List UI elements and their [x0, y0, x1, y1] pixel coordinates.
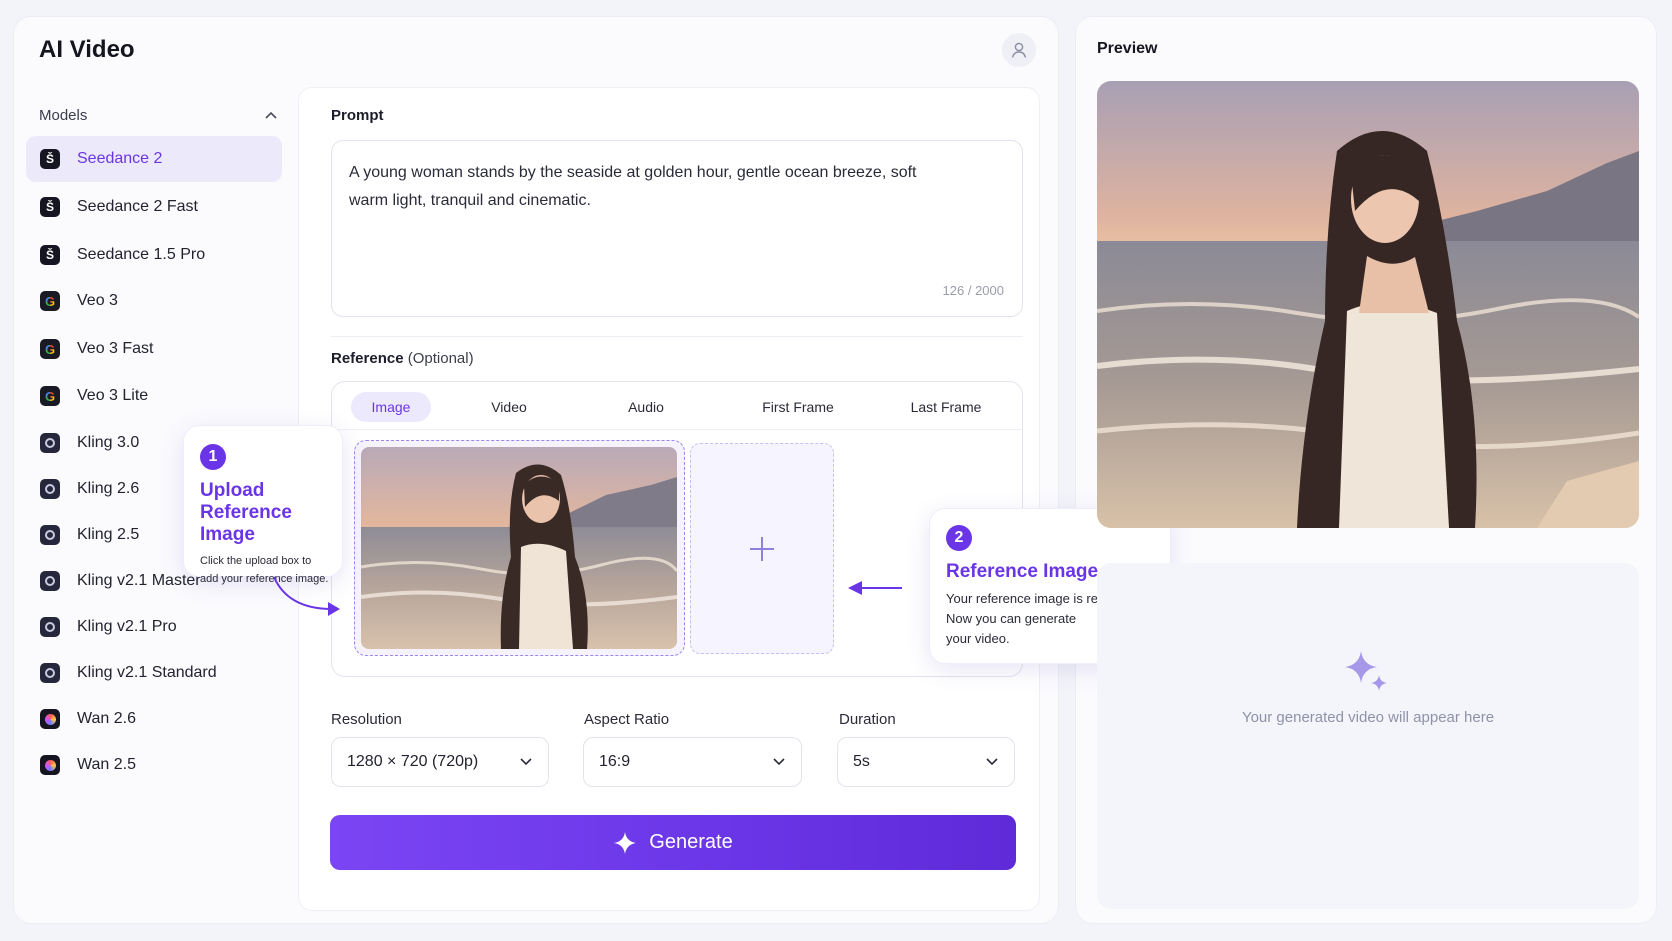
- char-count: 126 / 2000: [942, 283, 1004, 298]
- chevron-down-icon: [773, 758, 785, 766]
- kling-icon: [40, 525, 60, 545]
- models-section-label: Models: [39, 106, 88, 124]
- reference-image-thumbnail[interactable]: [354, 440, 685, 656]
- aspect-ratio-label: Aspect Ratio: [584, 711, 670, 728]
- resolution-select[interactable]: 1280 × 720 (720p): [331, 737, 549, 787]
- arrow-left-icon: [848, 581, 902, 595]
- sidebar-item-wan-2-5[interactable]: Wan 2.5: [26, 742, 282, 788]
- tab-image[interactable]: Image: [351, 392, 431, 422]
- sidebar-item-kling-v2-1-standard[interactable]: Kling v2.1 Standard: [26, 650, 282, 696]
- sidebar-item-label: Kling 2.5: [77, 526, 140, 543]
- sidebar-item-label: Kling v2.1 Standard: [77, 664, 217, 681]
- chevron-up-icon: [265, 111, 277, 119]
- sparkle-icon: [614, 831, 637, 854]
- sidebar-item-label: Veo 3 Lite: [77, 387, 149, 404]
- seedance-icon: Š: [40, 149, 60, 169]
- divider: [331, 336, 1023, 337]
- plus-icon: [750, 536, 774, 561]
- tab-video[interactable]: Video: [475, 392, 543, 422]
- seedance-icon: Š: [40, 245, 60, 265]
- generate-label: Generate: [649, 831, 733, 853]
- preview-title: Preview: [1097, 40, 1158, 57]
- sidebar-item-veo-3[interactable]: G Veo 3: [26, 278, 282, 324]
- kling-icon: [40, 433, 60, 453]
- app-title: AI Video: [39, 36, 135, 63]
- sidebar-item-veo-3-lite[interactable]: G Veo 3 Lite: [26, 373, 282, 419]
- sidebar-item-label: Seedance 1.5 Pro: [77, 246, 206, 263]
- sidebar-item-label: Kling v2.1 Pro: [77, 618, 177, 635]
- prompt-textarea[interactable]: A young woman stands by the seaside at g…: [331, 140, 1023, 317]
- aspect-ratio-select[interactable]: 16:9: [583, 737, 802, 787]
- reference-photo: [361, 447, 677, 649]
- upload-callout: 1 Upload Reference Image Click the uploa…: [183, 425, 343, 585]
- google-icon: G: [40, 386, 60, 406]
- resolution-label: Resolution: [331, 711, 402, 728]
- duration-select[interactable]: 5s: [837, 737, 1015, 787]
- aspect-ratio-value: 16:9: [599, 753, 631, 770]
- placeholder-text: Your generated video will appear here: [1241, 709, 1495, 726]
- step-2-badge: 2: [946, 525, 972, 551]
- models-section-toggle[interactable]: Models: [39, 104, 277, 126]
- tab-audio[interactable]: Audio: [612, 392, 680, 422]
- sidebar-item-label: Veo 3 Fast: [77, 340, 154, 357]
- preview-photo: [1097, 81, 1639, 528]
- wan-icon: [40, 709, 60, 729]
- reference-label: Reference (Optional): [331, 350, 474, 367]
- kling-icon: [40, 571, 60, 591]
- reference-tabs: Image Video Audio First Frame Last Frame: [332, 382, 1022, 430]
- sparkle-icon: [1345, 651, 1387, 691]
- duration-value: 5s: [853, 753, 870, 770]
- sidebar-item-label: Seedance 2 Fast: [77, 198, 198, 215]
- chevron-down-icon: [520, 758, 532, 766]
- upload-callout-title-2: Reference Image: [200, 502, 292, 545]
- sidebar-item-seedance-2[interactable]: Š Seedance 2: [26, 136, 282, 182]
- sidebar-item-label: Kling 2.6: [77, 480, 140, 497]
- step-1-badge: 1: [200, 444, 226, 470]
- google-icon: G: [40, 339, 60, 359]
- wan-icon: [40, 755, 60, 775]
- sidebar-item-kling-v2-1-pro[interactable]: Kling v2.1 Pro: [26, 604, 282, 650]
- user-icon: [1011, 42, 1027, 58]
- sidebar-item-wan-2-6[interactable]: Wan 2.6: [26, 696, 282, 742]
- sidebar-item-label: Wan 2.6: [77, 710, 136, 727]
- prompt-text: A young woman stands by the seaside at g…: [349, 164, 917, 209]
- video-placeholder: Your generated video will appear here: [1097, 563, 1639, 909]
- sidebar-item-veo-3-fast[interactable]: G Veo 3 Fast: [26, 326, 282, 372]
- chevron-down-icon: [986, 758, 998, 766]
- user-avatar-button[interactable]: [1002, 33, 1036, 67]
- curved-arrow-icon: [273, 576, 340, 616]
- kling-icon: [40, 663, 60, 683]
- reference-title: Reference: [331, 350, 404, 367]
- generate-button[interactable]: Generate: [330, 815, 1016, 870]
- resolution-value: 1280 × 720 (720p): [347, 753, 479, 770]
- sidebar-item-label: Veo 3: [77, 292, 118, 309]
- prompt-label: Prompt: [331, 107, 384, 124]
- kling-icon: [40, 617, 60, 637]
- tab-first-frame[interactable]: First Frame: [748, 392, 848, 422]
- google-icon: G: [40, 291, 60, 311]
- upload-callout-title-1: Upload: [200, 480, 265, 501]
- sidebar-item-seedance-2-fast[interactable]: Š Seedance 2 Fast: [26, 184, 282, 230]
- tab-last-frame[interactable]: Last Frame: [896, 392, 996, 422]
- sidebar-item-label: Wan 2.5: [77, 756, 136, 773]
- seedance-icon: Š: [40, 197, 60, 217]
- sidebar-item-label: Kling v2.1 Master: [77, 572, 201, 589]
- sidebar-item-seedance-1-5-pro[interactable]: Š Seedance 1.5 Pro: [26, 232, 282, 278]
- duration-label: Duration: [839, 711, 896, 728]
- reference-optional: (Optional): [407, 350, 474, 367]
- preview-image: [1097, 81, 1639, 528]
- sidebar-item-label: Kling 3.0: [77, 434, 140, 451]
- kling-icon: [40, 479, 60, 499]
- sidebar-item-label: Seedance 2: [77, 150, 163, 167]
- upload-callout-body-1: Click the upload box to: [200, 555, 312, 567]
- upload-slot[interactable]: [690, 443, 834, 654]
